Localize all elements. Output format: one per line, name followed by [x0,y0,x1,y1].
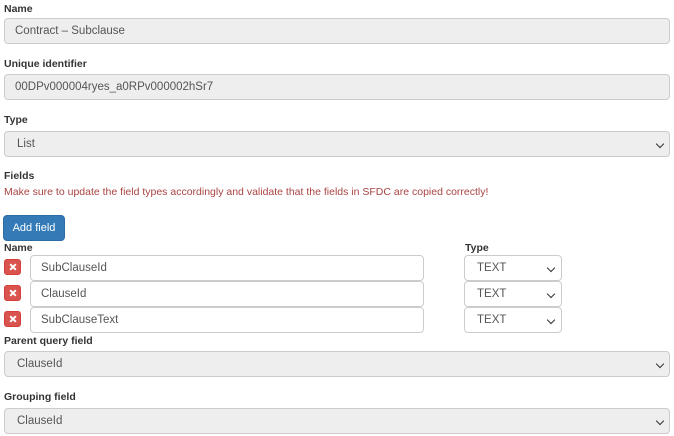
add-field-button[interactable]: Add field [3,215,65,241]
field-type-select[interactable]: TEXT [464,255,562,281]
chevron-down-icon [655,359,665,369]
parent-query-value: ClauseId [17,358,63,370]
parent-query-select[interactable]: ClauseId [4,351,670,377]
field-name-input[interactable]: SubClauseText [30,307,424,333]
name-field[interactable]: Contract – Subclause [4,18,670,44]
fields-warning: Make sure to update the field types acco… [4,186,489,198]
parent-query-label: Parent query field [4,335,93,347]
close-icon[interactable] [4,285,21,301]
close-icon[interactable] [4,311,21,327]
grouping-select[interactable]: ClauseId [4,408,670,434]
type-select-value: List [17,138,35,150]
field-row: SubClauseId TEXT [0,255,674,281]
field-type-select[interactable]: TEXT [464,281,562,307]
name-label: Name [4,3,33,15]
field-type-select[interactable]: TEXT [464,307,562,333]
fields-label: Fields [4,170,35,182]
type-select[interactable]: List [4,131,670,157]
uid-field[interactable]: 00DPv000004ryes_a0RPv000002hSr7 [4,74,670,100]
field-type-value: TEXT [477,314,507,326]
chevron-down-icon [655,416,665,426]
field-row: SubClauseText TEXT [0,307,674,333]
type-label: Type [4,114,28,126]
uid-label: Unique identifier [4,58,87,70]
field-name-input[interactable]: SubClauseId [30,255,424,281]
field-name-input[interactable]: ClauseId [30,281,424,307]
chevron-down-icon [655,139,665,149]
field-type-value: TEXT [477,288,507,300]
grouping-value: ClauseId [17,415,63,427]
column-type-label: Type [465,242,489,254]
grouping-label: Grouping field [4,391,76,403]
column-name-label: Name [4,242,33,254]
chevron-down-icon [546,263,556,273]
chevron-down-icon [546,315,556,325]
close-icon[interactable] [4,259,21,275]
chevron-down-icon [546,289,556,299]
field-row: ClauseId TEXT [0,281,674,307]
field-type-value: TEXT [477,262,507,274]
